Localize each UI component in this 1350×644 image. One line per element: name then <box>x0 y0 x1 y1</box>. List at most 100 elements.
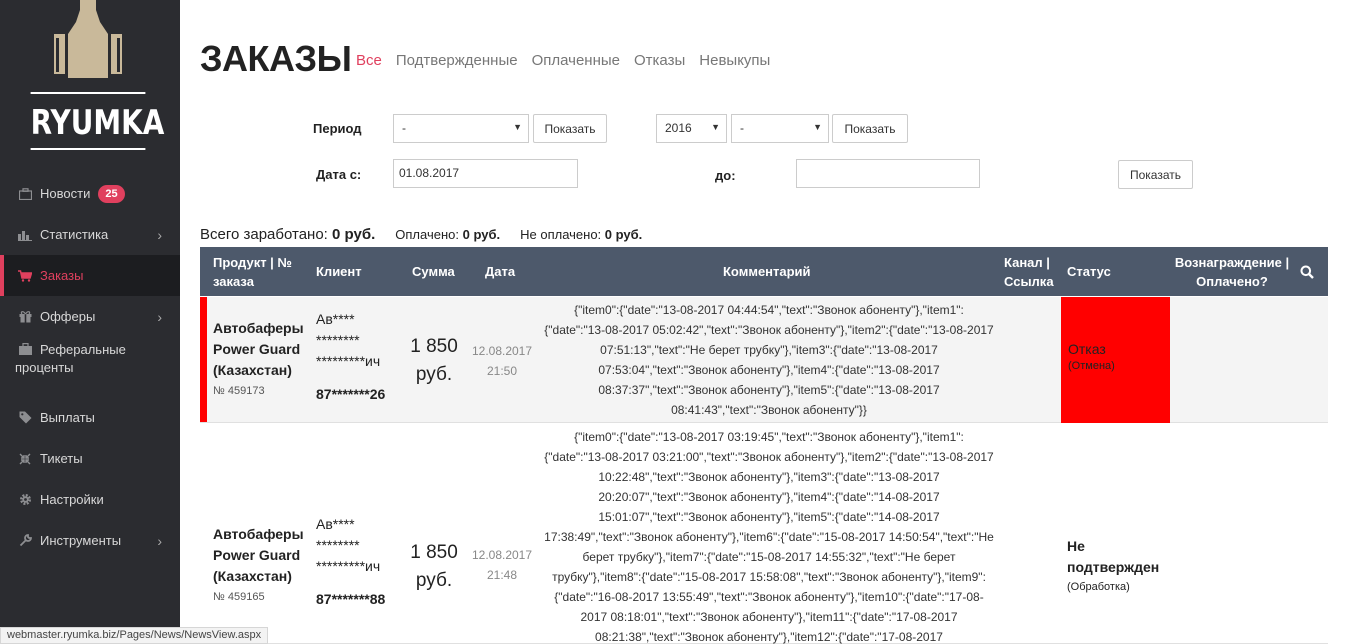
date-to-input[interactable] <box>796 159 980 188</box>
gift-icon <box>18 310 32 324</box>
logo[interactable]: RYUMKA <box>18 0 164 152</box>
order-time: 21:50 <box>486 364 518 378</box>
status-text: Отказ <box>1068 341 1106 357</box>
header-comment[interactable]: Комментарий <box>723 247 811 296</box>
header-sum[interactable]: Сумма <box>412 247 455 296</box>
order-time: 21:48 <box>486 568 518 582</box>
status-text: Не подтвержден <box>1067 538 1160 575</box>
client-phone: 87*******88 <box>316 591 386 607</box>
client-phone: 87*******26 <box>316 386 386 402</box>
wrench-icon <box>18 534 32 548</box>
sidebar-item-label: Выплаты <box>40 410 95 425</box>
total-earned-value: 0 руб. <box>332 226 376 243</box>
header-channel[interactable]: Канал | Ссылка <box>1004 247 1059 296</box>
month-select[interactable]: - <box>731 114 829 143</box>
order-datetime: 12.08.2017 21:48 <box>468 545 536 585</box>
order-number: № 459173 <box>213 385 265 397</box>
sidebar-item-label: Заказы <box>40 268 84 283</box>
period-select[interactable]: - <box>393 114 529 143</box>
gear-icon <box>18 493 32 507</box>
order-comment: {"item0":{"date":"13-08-2017 03:19:45","… <box>544 430 994 644</box>
page-scrollbar[interactable] <box>1328 0 1350 644</box>
header-client[interactable]: Клиент <box>316 247 362 296</box>
product-name: Автобаферы Power Guard (Казахстан) <box>213 320 304 378</box>
tab-not-redeemed[interactable]: Невыкупы <box>699 52 770 69</box>
table-row[interactable]: Автобаферы Power Guard (Казахстан) № 459… <box>200 424 1328 644</box>
header-status[interactable]: Статус <box>1067 247 1111 296</box>
briefcase-icon <box>18 342 32 356</box>
paid-value: 0 руб. <box>462 227 501 242</box>
chevron-right-icon: › <box>157 532 162 549</box>
header-product[interactable]: Продукт | № заказа <box>213 247 308 296</box>
sidebar-item-tickets[interactable]: Тикеты <box>0 438 180 479</box>
tab-paid[interactable]: Оплаченные <box>532 52 620 69</box>
order-comment: {"item0":{"date":"13-08-2017 04:44:54","… <box>544 303 994 417</box>
client-cell: Ав**** ******** *********ич 87*******26 <box>316 309 398 405</box>
order-sum: 1 850 руб. <box>410 336 458 385</box>
status-cell: Не подтвержден (Обработка) <box>1067 536 1167 593</box>
sidebar-item-label: Офферы <box>40 309 96 324</box>
header-date[interactable]: Дата <box>485 247 515 296</box>
date-to-label: до: <box>715 168 736 183</box>
product-cell: Автобаферы Power Guard (Казахстан) № 459… <box>213 524 308 604</box>
brand-name: RYUMKA <box>30 92 164 150</box>
tag-icon <box>18 411 32 425</box>
date-from-label: Дата с: <box>316 167 362 182</box>
sidebar-item-label: Настройки <box>40 492 104 507</box>
tab-all[interactable]: Все <box>356 52 382 69</box>
news-count-badge: 25 <box>98 184 125 203</box>
sidebar-item-payouts[interactable]: Выплаты <box>0 397 180 438</box>
period-show-button[interactable]: Показать <box>533 114 607 143</box>
month-show-button[interactable]: Показать <box>832 114 908 143</box>
orders-table-header: Продукт | № заказа Клиент Сумма Дата Ком… <box>200 247 1328 296</box>
briefcase-icon <box>18 187 32 201</box>
sidebar-item-label: Статистика <box>40 227 109 242</box>
chevron-right-icon: › <box>157 308 162 325</box>
unpaid-label: Не оплачено: <box>520 227 602 242</box>
total-earned-label: Всего заработано: <box>200 226 328 243</box>
order-tabs: Все Подтвержденные Оплаченные Отказы Нев… <box>356 52 770 69</box>
sidebar-item-news[interactable]: Новости 25 <box>0 173 180 214</box>
date-show-button[interactable]: Показать <box>1118 160 1193 189</box>
compress-icon <box>18 452 32 466</box>
unpaid-value: 0 руб. <box>604 227 643 242</box>
year-select[interactable]: 2016 <box>656 114 727 143</box>
status-cell: Отказ (Отмена) <box>1061 297 1170 423</box>
sidebar-item-offers[interactable]: Офферы › <box>0 296 180 337</box>
chevron-right-icon: › <box>157 226 162 243</box>
earnings-summary: Всего заработано: 0 руб. Оплачено: 0 руб… <box>200 226 642 243</box>
page-title: ЗАКАЗЫ <box>200 38 352 79</box>
client-name: Ав**** ******** *********ич <box>316 516 381 574</box>
order-sum: 1 850 руб. <box>410 542 458 591</box>
client-name: Ав**** ******** *********ич <box>316 311 381 369</box>
browser-status-url: webmaster.ryumka.biz/Pages/News/NewsView… <box>0 627 269 644</box>
product-name: Автобаферы Power Guard (Казахстан) <box>213 526 304 584</box>
tab-confirmed[interactable]: Подтвержденные <box>396 52 518 69</box>
header-reward[interactable]: Вознаграждение | Оплачено? <box>1170 247 1294 296</box>
status-subtext: (Обработка) <box>1067 581 1130 593</box>
order-number: № 459165 <box>213 591 265 603</box>
sidebar-item-statistics[interactable]: Статистика › <box>0 214 180 255</box>
sidebar: RYUMKA Новости 25 Статистика › Заказы Оф… <box>0 0 180 644</box>
sidebar-item-referral[interactable]: Реферальные проценты <box>0 337 180 397</box>
product-cell: Автобаферы Power Guard (Казахстан) № 459… <box>213 318 308 398</box>
tab-refusals[interactable]: Отказы <box>634 52 685 69</box>
sidebar-item-label: Тикеты <box>40 451 83 466</box>
sidebar-item-tools[interactable]: Инструменты › <box>0 520 180 561</box>
date-from-input[interactable]: 01.08.2017 <box>393 159 578 188</box>
sidebar-item-settings[interactable]: Настройки <box>0 479 180 520</box>
client-cell: Ав**** ******** *********ич 87*******88 <box>316 514 398 610</box>
paid-label: Оплачено: <box>395 227 459 242</box>
bar-chart-icon <box>18 228 32 242</box>
order-datetime: 12.08.2017 21:50 <box>468 341 536 381</box>
order-date: 12.08.2017 <box>471 548 533 562</box>
sidebar-item-label: Новости <box>40 186 91 201</box>
row-status-marker <box>200 297 207 422</box>
search-icon[interactable] <box>1300 247 1314 296</box>
cart-icon <box>18 269 32 283</box>
table-row[interactable]: Автобаферы Power Guard (Казахстан) № 459… <box>200 297 1328 423</box>
sidebar-item-orders[interactable]: Заказы <box>0 255 180 296</box>
status-subtext: (Отмена) <box>1068 360 1115 372</box>
sidebar-nav: Новости 25 Статистика › Заказы Офферы › <box>0 173 180 561</box>
sidebar-item-label: Инструменты <box>40 533 122 548</box>
